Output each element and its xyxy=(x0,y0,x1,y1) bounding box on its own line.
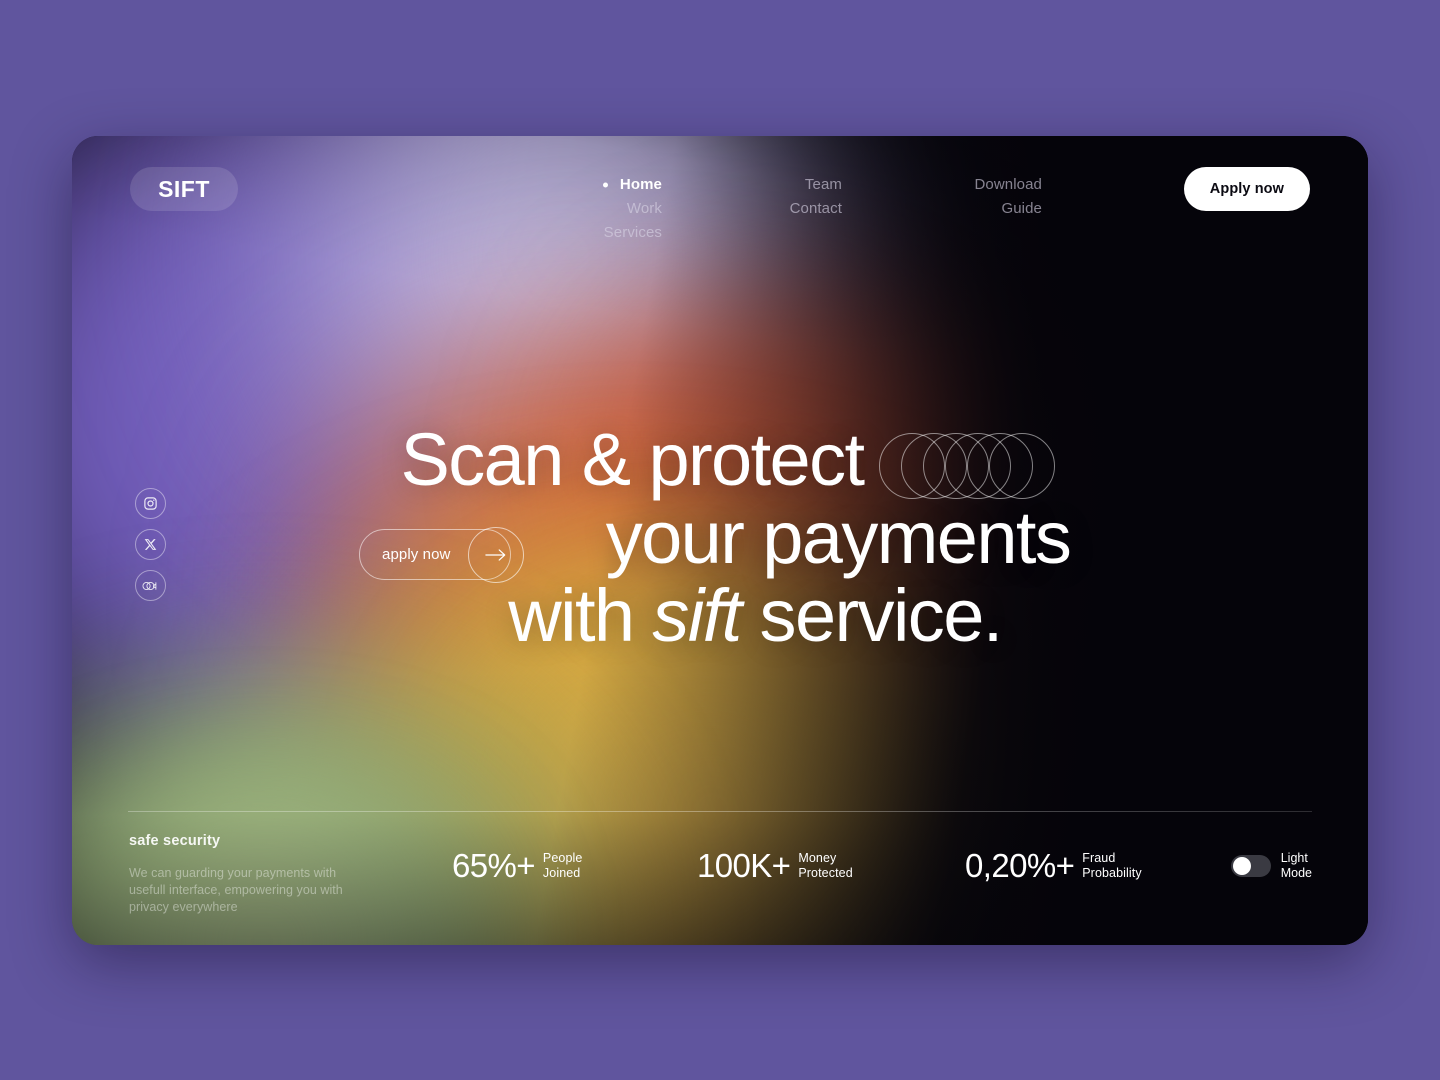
apply-now-ghost-button[interactable]: apply now xyxy=(359,526,524,583)
stat-money-protected-label: Money Protected xyxy=(798,851,852,880)
light-mode-switch[interactable] xyxy=(1230,854,1271,877)
apply-now-ghost-label: apply now xyxy=(382,546,451,563)
nav-item-home[interactable]: Home xyxy=(602,176,662,193)
active-dot-icon xyxy=(602,182,608,187)
headline-line-3: with sift service. xyxy=(72,577,1368,655)
nav-item-download[interactable]: Download xyxy=(974,176,1042,193)
stat-people-joined-label: People Joined xyxy=(543,851,583,880)
logo[interactable]: SIFT xyxy=(130,167,238,211)
nav-item-services[interactable]: Services xyxy=(604,224,662,241)
stat-label-line-2: Protected xyxy=(798,865,853,880)
nav-column-3: Download Guide xyxy=(842,176,1042,241)
stat-fraud-probability-label: Fraud Probability xyxy=(1082,851,1141,880)
stat-fraud-probability-value: 0,20%+ xyxy=(965,847,1075,884)
stat-people-joined: 65%+ People Joined xyxy=(452,849,697,882)
stat-label-line-1: Money xyxy=(798,851,837,865)
page-stage: SIFT Home Work Services Team Contact Dow… xyxy=(0,0,1440,1080)
footer-divider xyxy=(128,811,1312,812)
headline-line-2: your payments xyxy=(605,496,1072,579)
stat-label-line-1: Fraud xyxy=(1082,851,1116,865)
light-mode-label-line-2: Mode xyxy=(1280,865,1312,880)
headline-line-1: Scan & protect xyxy=(72,421,1368,499)
main-navigation: Home Work Services Team Contact Download… xyxy=(502,176,1062,241)
headline-line-3-before: with xyxy=(508,574,653,657)
stat-label-line-1: People xyxy=(542,851,583,865)
footer-about-body: We can guarding your payments with usefu… xyxy=(129,866,343,914)
stat-people-joined-value: 65%+ xyxy=(452,847,536,884)
nav-item-team[interactable]: Team xyxy=(805,176,842,193)
headline-line-1-text: Scan & protect xyxy=(400,418,866,501)
stat-label-line-2: Probability xyxy=(1082,865,1142,880)
hero-card: SIFT Home Work Services Team Contact Dow… xyxy=(72,136,1368,945)
headline-brand-word: sift xyxy=(652,574,742,657)
hero-headline: Scan & protect your payments with sift s… xyxy=(72,421,1368,655)
footer-about: safe security We can guarding your payme… xyxy=(129,833,344,916)
logo-text: SIFT xyxy=(158,175,210,202)
nav-item-guide[interactable]: Guide xyxy=(1001,200,1042,217)
arrow-right-icon xyxy=(468,526,524,583)
stat-label-line-2: Joined xyxy=(542,865,581,880)
light-mode-toggle[interactable]: Light Mode xyxy=(1230,851,1312,880)
nav-item-home-label: Home xyxy=(619,176,662,193)
footer-about-title: safe security xyxy=(129,833,221,849)
nav-item-work[interactable]: Work xyxy=(627,200,662,217)
stat-money-protected: 100K+ Money Protected xyxy=(697,849,965,882)
nav-column-2: Team Contact xyxy=(662,176,842,241)
switch-knob xyxy=(1232,856,1251,875)
apply-now-button[interactable]: Apply now xyxy=(1183,167,1310,211)
light-mode-label-line-1: Light xyxy=(1280,851,1308,865)
nav-column-1: Home Work Services xyxy=(502,176,662,241)
light-mode-label: Light Mode xyxy=(1281,851,1312,880)
nav-item-contact[interactable]: Contact xyxy=(790,200,842,217)
overlapping-circles-decoration xyxy=(879,433,1057,499)
headline-line-3-after: service. xyxy=(740,574,1004,657)
footer-stats: 65%+ People Joined 100K+ Money Protected… xyxy=(452,849,1312,882)
stat-money-protected-value: 100K+ xyxy=(697,847,791,884)
stat-fraud-probability: 0,20%+ Fraud Probability xyxy=(965,849,1223,882)
